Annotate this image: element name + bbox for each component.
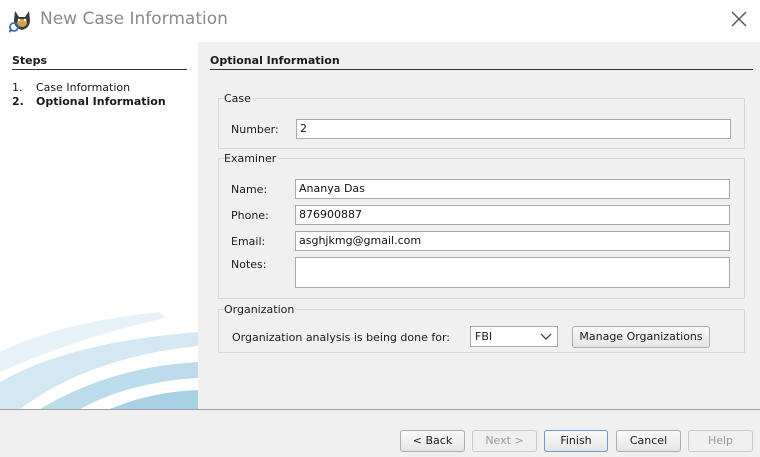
steps-heading: Steps	[12, 54, 187, 70]
step-number: 1.	[12, 81, 23, 94]
manage-organizations-button[interactable]: Manage Organizations	[572, 326, 710, 348]
organization-selected-value: FBI	[475, 330, 493, 343]
organization-analysis-label: Organization analysis is being done for:	[232, 331, 450, 344]
step-label: Case Information	[36, 81, 131, 94]
step-label: Optional Information	[36, 95, 166, 108]
examiner-email-field[interactable]: asghjkmg@gmail.com	[295, 231, 730, 251]
title-bar: New Case Information	[0, 0, 760, 42]
examiner-name-field[interactable]: Ananya Das	[295, 179, 730, 199]
examiner-notes-field[interactable]	[295, 257, 730, 288]
organization-select[interactable]: FBI	[470, 326, 558, 347]
examiner-email-label: Email:	[231, 235, 266, 248]
step-optional-information: 2. Optional Information	[12, 95, 166, 108]
panel-heading: Optional Information	[210, 54, 753, 70]
close-icon[interactable]	[724, 6, 754, 34]
finish-button[interactable]: Finish	[544, 430, 608, 452]
wizard-footer: < Back Next > Finish Cancel Help	[0, 409, 760, 457]
steps-pane: Steps 1. Case Information 2. Optional Info…	[0, 42, 198, 409]
case-number-label: Number:	[231, 123, 279, 136]
step-case-information: 1. Case Information	[12, 81, 130, 94]
next-button[interactable]: Next >	[472, 430, 537, 452]
examiner-notes-label: Notes:	[231, 258, 267, 271]
chevron-down-icon	[540, 333, 552, 340]
help-button[interactable]: Help	[688, 430, 753, 452]
back-button[interactable]: < Back	[400, 430, 465, 452]
optional-information-panel: Optional Information Case Number: 2 Exam…	[198, 42, 760, 409]
examiner-phone-field[interactable]: 876900887	[295, 205, 730, 225]
examiner-group-label: Examiner	[224, 152, 279, 165]
decorative-swoosh-graphic	[0, 312, 198, 409]
step-number: 2.	[12, 95, 24, 108]
organization-group-label: Organization	[224, 303, 297, 316]
case-number-field[interactable]: 2	[296, 119, 731, 139]
window-title: New Case Information	[40, 9, 228, 29]
examiner-name-label: Name:	[231, 183, 268, 196]
autopsy-dog-icon	[9, 11, 30, 33]
examiner-phone-label: Phone:	[231, 209, 269, 222]
cancel-button[interactable]: Cancel	[616, 430, 681, 452]
case-group-label: Case	[224, 92, 253, 105]
